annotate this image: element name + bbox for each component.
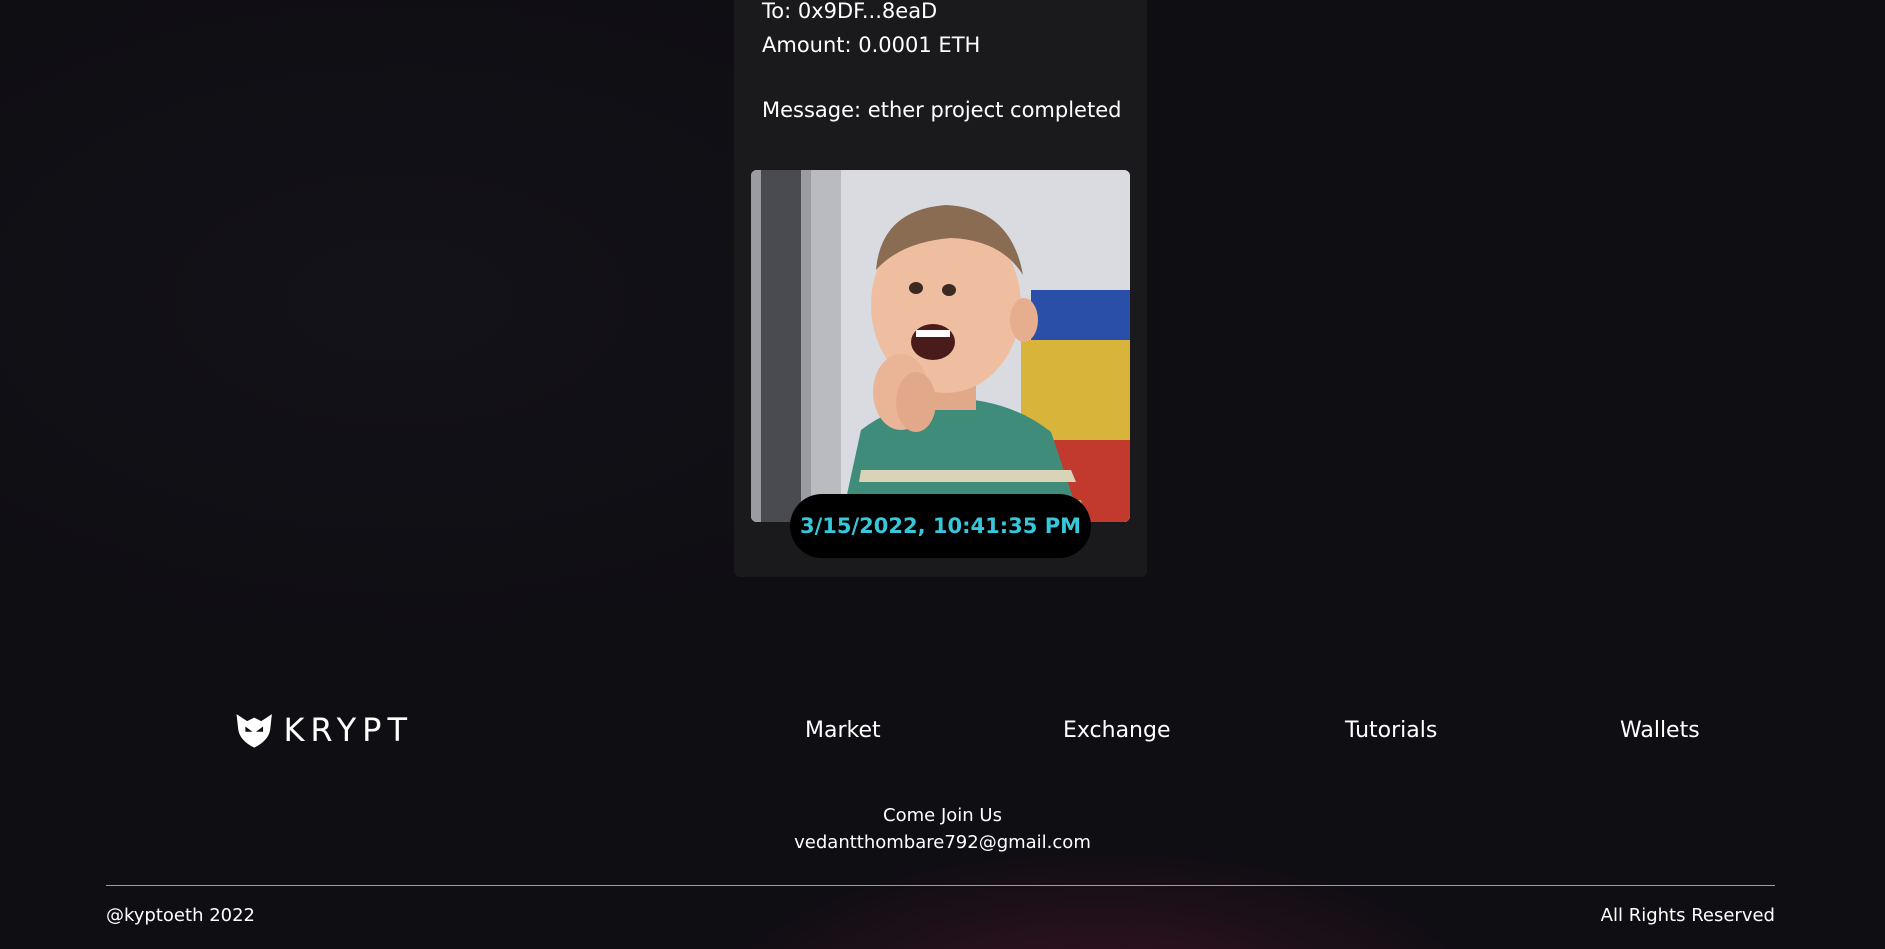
excited-kid-gif-illustration — [751, 170, 1130, 522]
footer-link-exchange[interactable]: Exchange — [1063, 716, 1171, 746]
footer-copyright: @kyptoeth 2022 — [106, 905, 256, 926]
transaction-gif-image — [751, 170, 1130, 522]
footer-logo-text: KRYPT — [283, 711, 413, 749]
footer-rights-reserved: All Rights Reserved — [1600, 905, 1775, 926]
krypt-fox-logo-icon — [236, 714, 272, 748]
contact-email: vedantthombare792@gmail.com — [794, 832, 1091, 853]
transaction-card: To: 0x9DF...8eaD Amount: 0.0001 ETH Mess… — [734, 0, 1147, 577]
footer-link-tutorials[interactable]: Tutorials — [1345, 716, 1437, 746]
footer-link-market[interactable]: Market — [805, 716, 881, 746]
page: To: 0x9DF...8eaD Amount: 0.0001 ETH Mess… — [0, 0, 1885, 949]
come-join-us-title: Come Join Us — [883, 805, 1002, 826]
transaction-amount: Amount: 0.0001 ETH — [762, 33, 981, 57]
footer-divider — [106, 885, 1775, 886]
transaction-message: Message: ether project completed — [762, 98, 1122, 122]
footer-logo[interactable]: KRYPT — [233, 707, 413, 753]
transaction-to-address: To: 0x9DF...8eaD — [762, 0, 938, 23]
footer-link-wallets[interactable]: Wallets — [1620, 716, 1700, 746]
transaction-timestamp: 3/15/2022, 10:41:35 PM — [790, 494, 1091, 558]
